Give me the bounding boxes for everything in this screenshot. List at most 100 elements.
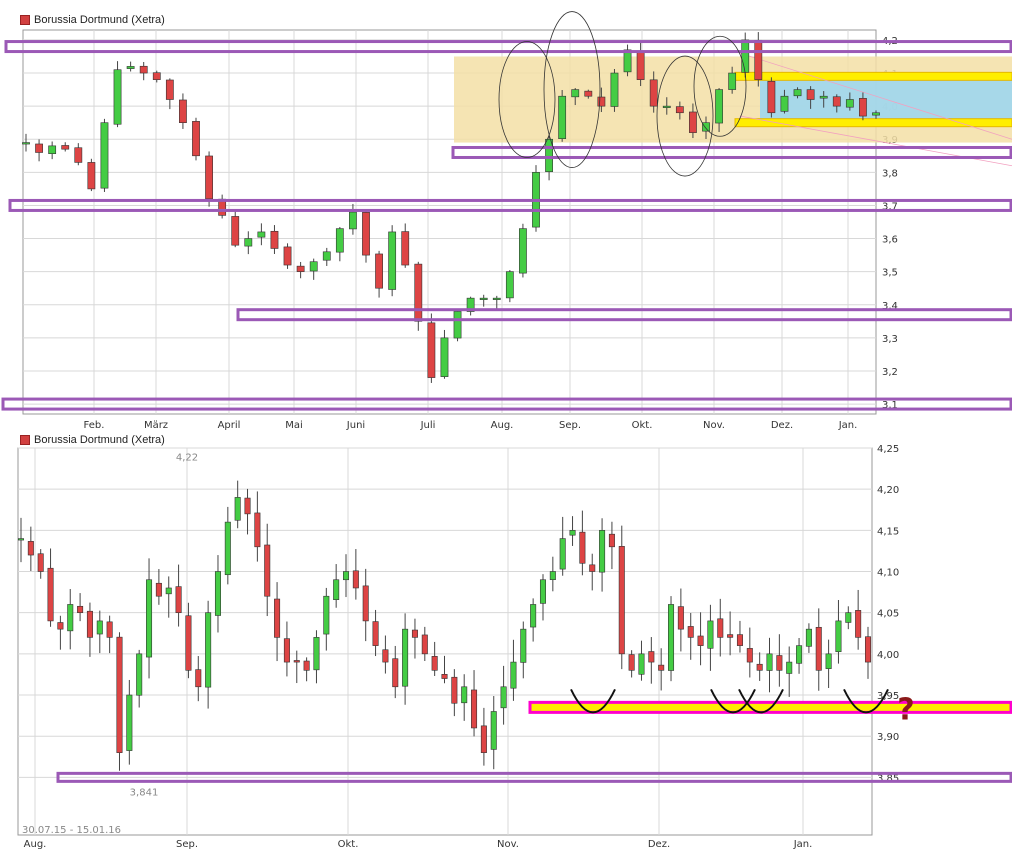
candle-body — [608, 533, 615, 548]
candle-body — [22, 142, 30, 145]
candle-body — [352, 570, 359, 589]
y-tick-label: 4,20 — [877, 485, 899, 496]
candle-body — [214, 571, 221, 616]
candle-body — [519, 228, 527, 274]
upper-chart-svg: 4,24,14,03,93,83,73,63,53,43,33,23,1Feb.… — [1, 11, 1012, 431]
candle-body — [37, 553, 44, 572]
candle-body — [274, 598, 281, 638]
y-tick-label: 3,2 — [882, 367, 898, 378]
candle-body — [322, 251, 331, 261]
high-label: 4,22 — [176, 452, 198, 463]
candle-body — [479, 297, 488, 300]
candle-body — [520, 628, 527, 663]
candle-body — [35, 143, 43, 153]
x-tick-label: Jan. — [793, 839, 813, 850]
candle-body — [283, 638, 290, 663]
candle-body — [741, 39, 750, 73]
yellow-support-band — [734, 71, 1012, 81]
candle-body — [864, 636, 872, 663]
candle-body — [192, 121, 200, 157]
candle-body — [668, 604, 675, 671]
candle-body — [231, 216, 240, 246]
candle-body — [205, 155, 213, 200]
candle-body — [349, 211, 357, 230]
candle-body — [100, 122, 109, 189]
candle-body — [431, 656, 438, 671]
candle-body — [746, 648, 753, 663]
candle-body — [628, 654, 635, 671]
y-tick-label: 4,15 — [877, 526, 899, 537]
candle-body — [835, 620, 842, 653]
candle-body — [254, 512, 261, 548]
candle-body — [48, 145, 57, 154]
candle-body — [17, 538, 25, 541]
candle-body — [313, 637, 320, 671]
candle-body — [27, 541, 34, 556]
x-tick-label: Aug. — [491, 420, 514, 431]
candle-body — [500, 686, 507, 709]
lower-chart: Borussia Dortmund (Xetra) 4,25 4,20 4,15 4,… — [0, 432, 1012, 863]
candle-body — [402, 628, 409, 687]
x-tick-label: Dez. — [771, 420, 793, 431]
candle-body — [623, 49, 632, 73]
candle-body — [375, 253, 383, 289]
candle-body — [139, 65, 148, 74]
candle-body — [392, 658, 399, 688]
candle-body — [414, 263, 423, 322]
candle-body — [569, 530, 576, 536]
candle-body — [872, 112, 880, 116]
candle-body — [530, 604, 537, 628]
y-tick-label: 3,5 — [882, 268, 898, 279]
candle-body — [845, 612, 852, 623]
candle-body — [796, 645, 803, 664]
x-tick-label: März — [144, 420, 168, 431]
candle-body — [559, 538, 566, 570]
low-label: 3,841 — [130, 787, 159, 798]
candle-body — [382, 649, 389, 663]
candle-body — [776, 655, 783, 671]
candle-body — [244, 238, 253, 247]
candle-body — [707, 620, 714, 649]
y-tick-label: 3,6 — [882, 235, 898, 246]
candle-body — [224, 521, 231, 576]
candle-body — [480, 725, 487, 753]
candle-body — [702, 122, 710, 132]
candle-body — [303, 660, 310, 671]
candle-body — [715, 89, 723, 124]
candle-body — [579, 531, 586, 564]
candle-body — [264, 544, 271, 597]
candle-body — [155, 582, 162, 597]
y-tick-label: 4,25 — [877, 444, 899, 455]
x-tick-label: Aug. — [24, 839, 47, 850]
x-tick-label: Sep. — [176, 839, 198, 850]
candle-body — [717, 618, 724, 638]
question-mark-annotation: ? — [897, 692, 914, 727]
blue-channel — [760, 79, 1012, 123]
x-tick-label: Feb. — [84, 420, 105, 431]
candle-body — [845, 99, 854, 108]
candle-body — [815, 626, 822, 671]
candle-body — [165, 587, 172, 595]
candle-body — [756, 663, 763, 671]
candle-body — [649, 79, 658, 107]
candle-body — [136, 653, 143, 696]
candle-body — [510, 661, 517, 689]
candle-body — [461, 686, 468, 704]
x-tick-label: Okt. — [338, 839, 359, 850]
candle-body — [859, 98, 867, 117]
candle-body — [471, 689, 478, 729]
candle-body — [855, 610, 862, 638]
candle-body — [806, 89, 815, 100]
candle-body — [610, 72, 619, 107]
candle-body — [309, 261, 318, 272]
y-tick-label: 4,00 — [877, 650, 899, 661]
candle-body — [697, 635, 704, 646]
candle-body — [754, 39, 763, 80]
candle-body — [47, 567, 54, 622]
x-tick-label: Nov. — [497, 839, 519, 850]
candle-body — [427, 322, 436, 378]
candle-body — [362, 212, 370, 256]
candle-body — [152, 72, 161, 80]
candle-body — [86, 610, 93, 638]
candle-body — [335, 228, 344, 253]
